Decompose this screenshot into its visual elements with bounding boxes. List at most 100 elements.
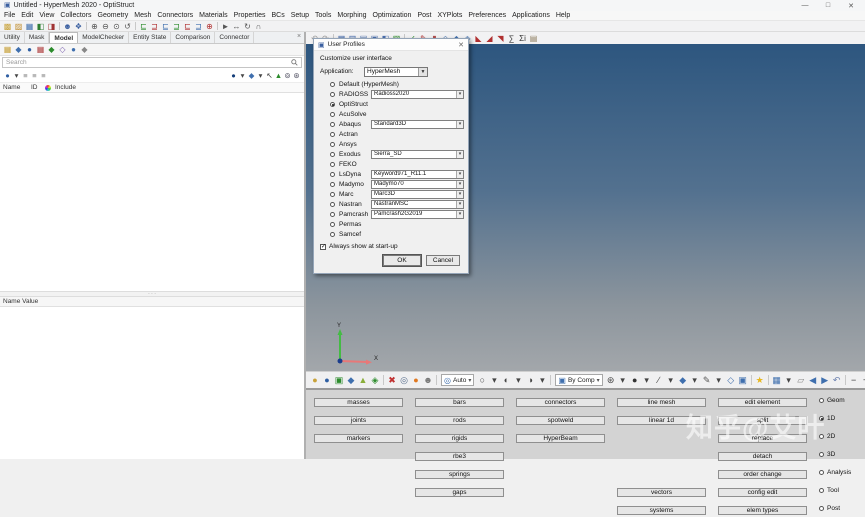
profile-option[interactable]: Default (HyperMesh) ▾ [320, 79, 462, 89]
unmask-adjacent-icon[interactable]: ⊒ [171, 21, 182, 32]
select-arrow-icon[interactable]: ► [220, 21, 231, 32]
arc-rotate-icon[interactable]: ∩ [253, 21, 264, 32]
zoom-out-icon[interactable]: − [848, 373, 860, 387]
panel-button[interactable]: gaps [415, 488, 504, 497]
color-mode-combo[interactable]: ▣ By Comp ▾ [555, 374, 603, 386]
profile-option[interactable]: Marc Marc3D ▾ [320, 189, 464, 199]
assembly-view-icon[interactable]: ● [24, 44, 35, 55]
favorites-star-icon[interactable]: ★ [754, 373, 766, 387]
shaded-mesh-icon[interactable]: ● [629, 373, 641, 387]
monitor-icon[interactable]: ▣ [737, 373, 749, 387]
show-hide-icon[interactable]: ● [3, 70, 12, 81]
column-id[interactable]: ID [31, 84, 43, 91]
mesh-style-icon[interactable]: ⊛ [605, 373, 617, 387]
panel-button[interactable]: order change [718, 470, 807, 479]
profile-version-combo[interactable]: Pamcrash2G2019 ▾ [371, 209, 464, 219]
duplicate-icon[interactable]: ◇ [725, 373, 737, 387]
dropdown-arrow-icon[interactable]: ▾ [713, 373, 725, 387]
weld-3-icon[interactable]: ◥ [495, 33, 506, 44]
model-tree[interactable] [0, 93, 304, 291]
separator[interactable] [550, 375, 552, 385]
menu-item[interactable]: Mesh [131, 11, 154, 20]
panel-button[interactable]: springs [415, 470, 504, 479]
dropdown-arrow-icon[interactable]: ▾ [512, 373, 524, 387]
profile-option[interactable]: Samcef ▾ [320, 229, 462, 239]
dropdown-arrow-icon[interactable]: ▾ [617, 373, 629, 387]
next-page-icon[interactable]: ▶ [819, 373, 831, 387]
panel-button[interactable]: split [718, 416, 807, 425]
profile-option[interactable]: OptiStruct ▾ [320, 99, 462, 109]
panel-button[interactable]: joints [314, 416, 403, 425]
menu-item[interactable]: Post [414, 11, 434, 20]
separator[interactable] [86, 22, 87, 30]
panel-button[interactable]: config edit [718, 488, 807, 497]
zoom-in-icon[interactable]: + [860, 373, 865, 387]
menu-item[interactable]: Collectors [57, 11, 94, 20]
page-radio[interactable]: Analysis [813, 469, 863, 476]
display-sphere-icon[interactable]: ● [229, 70, 238, 81]
grid-icon[interactable]: ▦ [771, 373, 783, 387]
session-icon[interactable]: ❖ [73, 21, 84, 32]
glasses-icon[interactable]: ⊚ [283, 70, 292, 81]
sum-icon[interactable]: ∑ [506, 33, 517, 44]
page-radio[interactable]: 2D [813, 433, 863, 440]
property-view-icon[interactable]: ◆ [46, 44, 57, 55]
component-view-icon[interactable]: ◆ [13, 44, 24, 55]
profile-version-combo[interactable]: Sierra_SD ▾ [371, 149, 464, 159]
menu-item[interactable]: Preferences [465, 11, 509, 20]
menu-item[interactable]: File [1, 11, 18, 20]
import-icon[interactable]: ◧ [35, 21, 46, 32]
organize-icon[interactable]: ▣ [333, 373, 345, 387]
page-radio[interactable]: Post [813, 505, 863, 512]
separator[interactable] [750, 375, 752, 385]
profile-option[interactable]: Actran ▾ [320, 129, 462, 139]
menu-item[interactable]: Tools [312, 11, 334, 20]
profile-option[interactable]: Abaqus Standard3D ▾ [320, 119, 464, 129]
minimize-button[interactable]: — [795, 2, 815, 9]
list-state-2-icon[interactable]: ≡ [30, 70, 39, 81]
search-input[interactable] [6, 58, 291, 67]
separator[interactable] [844, 375, 846, 385]
profile-version-combo[interactable]: Radioss2020 ▾ [371, 89, 464, 99]
profile-option[interactable]: FEKO ▾ [320, 159, 462, 169]
glasses-plus-icon[interactable]: ⊛ [292, 70, 301, 81]
system-view-icon[interactable]: ● [68, 44, 79, 55]
application-combo[interactable]: HyperMesh ▼ [364, 66, 428, 77]
mask-all-icon[interactable]: ⊒ [193, 21, 204, 32]
shaded-geometry-icon[interactable]: ◐ [500, 373, 512, 387]
menu-item[interactable]: XYPlots [434, 11, 465, 20]
profile-version-combo[interactable]: Marc3D ▾ [371, 189, 464, 199]
new-model-icon[interactable]: ▩ [2, 21, 13, 32]
page-radio[interactable]: 3D [813, 451, 863, 458]
load-view-icon[interactable]: ◇ [57, 44, 68, 55]
page-radio[interactable]: 1D [813, 415, 863, 422]
profile-option[interactable]: Madymo Madymo70 ▾ [320, 179, 464, 189]
list-state-1-icon[interactable]: ≡ [21, 70, 30, 81]
temp-nodes-icon[interactable]: ● [410, 373, 422, 387]
close-button[interactable]: ✕ [841, 2, 861, 10]
renumber-icon[interactable]: ◆ [345, 373, 357, 387]
panel-button[interactable]: vectors [617, 488, 706, 497]
ok-button[interactable]: OK [383, 255, 421, 266]
menu-item[interactable]: Optimization [370, 11, 415, 20]
list-state-3-icon[interactable]: ≡ [39, 70, 48, 81]
separator[interactable] [59, 22, 60, 30]
dropdown-arrow-icon[interactable]: ▾ [238, 70, 247, 81]
dropdown-arrow-icon[interactable]: ▾ [536, 373, 548, 387]
zoom-out-icon[interactable]: ⊖ [100, 21, 111, 32]
panel-button[interactable]: replace [718, 434, 807, 443]
panel-button[interactable]: connectors [516, 398, 605, 407]
globe-icon[interactable]: ◎ [398, 373, 410, 387]
dropdown-arrow-icon[interactable]: ▾ [641, 373, 653, 387]
open-model-icon[interactable]: ▨ [13, 21, 24, 32]
dropdown-arrow-icon[interactable]: ▾ [12, 70, 21, 81]
menu-item[interactable]: Help [553, 11, 573, 20]
weld-2-icon[interactable]: ◢ [484, 33, 495, 44]
profile-option[interactable]: Exodus Sierra_SD ▾ [320, 149, 464, 159]
profile-option[interactable]: Nastran NastranMSC ▾ [320, 199, 464, 209]
cancel-button[interactable]: Cancel [426, 255, 460, 266]
menu-item[interactable]: Applications [509, 11, 553, 20]
user-profiles-icon[interactable]: ☻ [62, 21, 73, 32]
save-model-icon[interactable]: ▦ [24, 21, 35, 32]
column-include[interactable]: Include [55, 84, 76, 91]
